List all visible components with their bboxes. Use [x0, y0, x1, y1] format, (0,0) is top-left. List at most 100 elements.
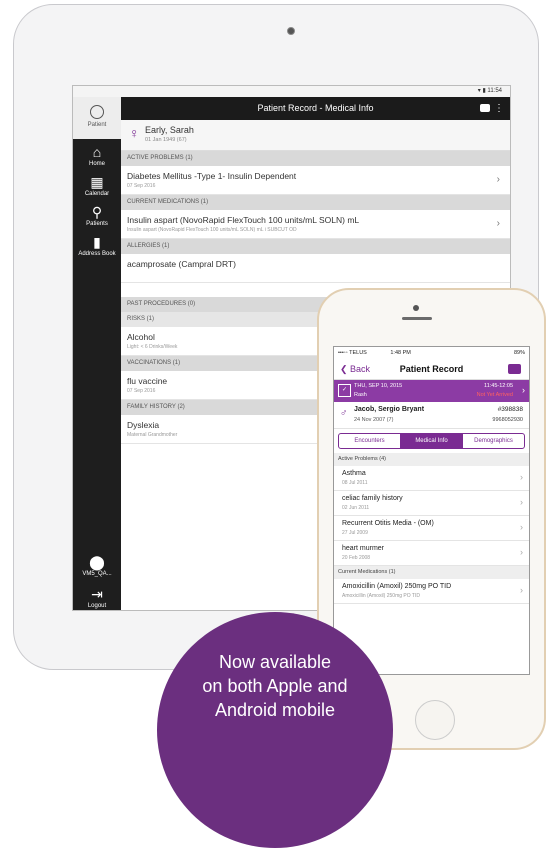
list-item[interactable]: heart murmer 20 Feb 2008 ›	[334, 541, 529, 566]
sidebar-item-home[interactable]: ⌂ Home	[73, 145, 121, 167]
list-item[interactable]: Recurrent Otitis Media - (OM) 27 Jul 200…	[334, 516, 529, 541]
carrier-label: •••◦◦ TELUS	[338, 350, 367, 356]
item-title: Asthma	[342, 470, 366, 477]
encounter-status: Not Yet Arrived	[476, 392, 513, 398]
patient-header: ♀ Early, Sarah 01 Jan 1949 (67)	[121, 120, 510, 151]
list-item[interactable]: Amoxicillin (Amoxil) 250mg PO TID Amoxic…	[334, 579, 529, 604]
tab-demographics[interactable]: Demographics	[463, 434, 524, 448]
location-icon: ⬤	[89, 554, 105, 570]
item-title: Dyslexia	[127, 420, 160, 430]
female-icon: ♀	[129, 125, 140, 141]
chevron-right-icon: ›	[520, 522, 523, 532]
home-button[interactable]	[415, 700, 455, 740]
sidebar-item-label: Logout	[87, 603, 107, 609]
section-header: CURRENT MEDICATIONS (1)	[121, 195, 510, 210]
item-subtitle: Maternal Grandmother	[127, 432, 178, 438]
tablet-status-bar: ▾ ▮ 11:54	[73, 86, 510, 97]
sidebar-item-logout[interactable]: ⇥ Logout	[73, 587, 121, 609]
ipad-camera	[287, 27, 295, 35]
segmented-tabs: Encounters Medical Info Demographics	[338, 433, 525, 449]
encounter-time: 11:45-12:05	[484, 383, 513, 389]
item-title: acamprosate (Campral DRT)	[127, 259, 236, 269]
patient-icon	[90, 105, 104, 119]
chevron-right-icon: ›	[522, 385, 525, 395]
tab-medical-info[interactable]: Medical Info	[401, 434, 463, 448]
page-title: Patient Record - Medical Info	[257, 103, 374, 113]
patient-name: Early, Sarah	[145, 125, 194, 135]
sidebar-item-location[interactable]: ⬤ VM5_QA...	[73, 555, 121, 577]
promo-line: on both Apple and	[202, 676, 348, 696]
item-date: 08 Jul 2011	[342, 480, 368, 486]
tablet-status-time: 11:54	[487, 88, 502, 94]
tab-encounters[interactable]: Encounters	[339, 434, 401, 448]
iphone-camera	[413, 305, 419, 311]
list-item[interactable]: Diabetes Mellitus -Type 1- Insulin Depen…	[121, 166, 510, 195]
battery-label: 89%	[513, 350, 525, 356]
tablet-sidebar: Patient ⌂ Home ▦ Calendar ⚲ Patients ▮ A…	[73, 97, 121, 610]
calendar-icon: ▦	[90, 174, 104, 190]
item-date: 02 Jun 2011	[342, 505, 370, 511]
promo-line: Now available	[218, 652, 332, 672]
item-title: Insulin aspart (NovoRapid FlexTouch 100 …	[127, 215, 360, 225]
patient-name: Jacob, Sergio Bryant	[354, 406, 425, 413]
patient-health-card: 9968052930	[492, 417, 523, 423]
item-date: 27 Jul 2009	[342, 530, 368, 536]
camera-icon[interactable]	[480, 104, 490, 112]
item-title: celiac family history	[342, 495, 403, 502]
encounter-banner[interactable]: ✓ THU, SEP 10, 2015 Rash 11:45-12:05 Not…	[334, 380, 529, 402]
item-subtitle: 07 Sep 2016	[127, 388, 156, 394]
item-title: Alcohol	[127, 332, 155, 342]
patient-dob: 24 Nov 2007 (7)	[354, 417, 394, 423]
item-title: flu vaccine	[127, 376, 168, 386]
chevron-right-icon: ›	[520, 585, 523, 595]
item-subtitle: Amoxicillin (Amoxil) 250mg PO TID	[342, 593, 420, 599]
sidebar-item-patients[interactable]: ⚲ Patients	[73, 205, 121, 227]
sidebar-item-label: Patient	[87, 122, 107, 128]
camera-icon[interactable]	[508, 364, 521, 374]
list-item[interactable]: acamprosate (Campral DRT)	[121, 254, 510, 283]
sidebar-item-label: Home	[88, 161, 105, 167]
patient-dob: 01 Jan 1949 (67)	[145, 137, 187, 143]
sidebar-item-patient[interactable]: Patient	[73, 97, 121, 139]
item-subtitle: 07 Sep 2016	[127, 183, 156, 189]
sidebar-item-label: VM5_QA...	[82, 571, 112, 577]
sidebar-item-calendar[interactable]: ▦ Calendar	[73, 175, 121, 197]
search-icon: ⚲	[91, 204, 103, 220]
home-icon: ⌂	[92, 144, 102, 160]
chevron-right-icon: ›	[496, 174, 500, 185]
sidebar-item-label: Calendar	[84, 191, 110, 197]
section-header: ALLERGIES (1)	[121, 239, 510, 254]
list-item[interactable]: Asthma 08 Jul 2011 ›	[334, 466, 529, 491]
section-header: Current Medications (1)	[334, 566, 529, 579]
item-subtitle: Insulin aspart (NovoRapid FlexTouch 100 …	[127, 227, 297, 233]
iphone-speaker	[402, 317, 432, 320]
phone-screen: •••◦◦ TELUS 1:48 PM 89% ❮ Back Patient R…	[333, 346, 530, 675]
address-book-icon: ▮	[93, 234, 101, 250]
list-item[interactable]: celiac family history 02 Jun 2011 ›	[334, 491, 529, 516]
male-icon: ♂	[340, 408, 348, 419]
section-header: Active Problems (4)	[334, 453, 529, 466]
item-subtitle: Light: < 6 Drinks/Week	[127, 344, 178, 350]
promo-badge	[157, 612, 393, 848]
chevron-right-icon: ›	[520, 547, 523, 557]
status-time: 1:48 PM	[390, 350, 411, 356]
sidebar-item-address-book[interactable]: ▮ Address Book	[73, 235, 121, 257]
section-header: ACTIVE PROBLEMS (1)	[121, 151, 510, 166]
list-item[interactable]: Insulin aspart (NovoRapid FlexTouch 100 …	[121, 210, 510, 239]
phone-status-bar: •••◦◦ TELUS 1:48 PM 89%	[334, 347, 529, 359]
promo-line: Android mobile	[214, 700, 336, 720]
logout-icon: ⇥	[91, 586, 103, 602]
tablet-top-bar: Patient Record - Medical Info ⋮	[121, 97, 510, 120]
item-title: Amoxicillin (Amoxil) 250mg PO TID	[342, 583, 452, 590]
chevron-right-icon: ›	[520, 497, 523, 507]
sidebar-item-label: Patients	[86, 221, 108, 227]
more-icon[interactable]: ⋮	[494, 97, 504, 120]
phone-nav-bar: ❮ Back Patient Record	[334, 359, 529, 380]
item-date: 20 Feb 2008	[342, 555, 371, 561]
item-title: Diabetes Mellitus -Type 1- Insulin Depen…	[127, 171, 297, 181]
sidebar-item-label: Address Book	[78, 251, 116, 257]
encounter-reason: Rash	[354, 392, 367, 398]
patient-id: #398838	[497, 406, 523, 413]
chevron-right-icon: ›	[496, 218, 500, 229]
chevron-right-icon: ›	[520, 472, 523, 482]
